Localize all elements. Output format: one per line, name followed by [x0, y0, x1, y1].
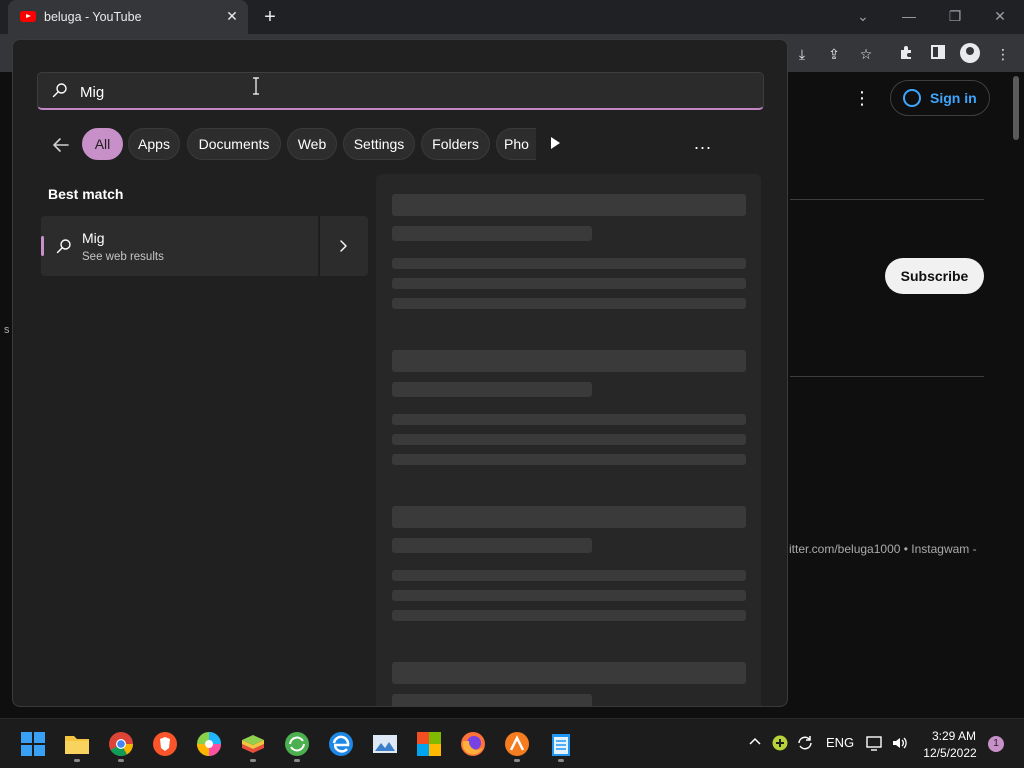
bluestacks-icon[interactable]	[240, 731, 266, 757]
firefox-icon[interactable]	[460, 731, 486, 757]
divider	[790, 376, 984, 377]
page-text-fragment: s	[4, 324, 10, 336]
skeleton-line	[392, 382, 592, 397]
tab-close-icon[interactable]: ✕	[224, 8, 240, 24]
sign-in-label: Sign in	[930, 90, 977, 106]
restore-icon[interactable]: ❐	[945, 6, 965, 26]
result-title: Mig	[82, 230, 105, 246]
best-match-result[interactable]: Mig See web results	[41, 216, 318, 276]
skeleton-line	[392, 570, 746, 581]
skeleton-line	[392, 434, 746, 445]
skeleton-line	[392, 350, 746, 372]
volume-icon[interactable]	[891, 735, 909, 754]
running-indicator	[558, 759, 564, 762]
tab-search-icon[interactable]: ⌄	[853, 6, 873, 26]
skeleton-line	[392, 454, 746, 465]
skeleton-line	[392, 258, 746, 269]
youtube-favicon-icon	[20, 11, 36, 22]
running-indicator	[294, 759, 300, 762]
minimize-icon[interactable]: —	[899, 6, 919, 26]
skeleton-line	[392, 278, 746, 289]
skeleton-line	[392, 414, 746, 425]
office-app-icon[interactable]	[416, 731, 442, 757]
skeleton-line	[392, 694, 592, 706]
skeleton-line	[392, 662, 746, 684]
channel-description-snippet: itter.com/beluga1000 • Instagwam -	[789, 542, 977, 556]
account-icon	[903, 89, 921, 107]
tab-title: beluga - YouTube	[44, 10, 142, 24]
search-box[interactable]	[37, 72, 764, 110]
bookmark-star-icon[interactable]: ☆	[856, 44, 876, 64]
skeleton-line	[392, 226, 592, 241]
start-icon[interactable]	[20, 731, 46, 757]
profile-avatar-icon[interactable]	[960, 43, 980, 63]
youtube-settings-menu-icon[interactable]: ⋮	[852, 88, 872, 108]
file-explorer-icon[interactable]	[64, 731, 90, 757]
skeleton-line	[392, 590, 746, 601]
new-tab-button[interactable]: +	[260, 7, 280, 27]
close-window-icon[interactable]: ✕	[990, 6, 1010, 26]
image-viewer-icon[interactable]	[372, 731, 398, 757]
notification-badge[interactable]: 1	[988, 736, 1004, 752]
filter-chip-web[interactable]: Web	[287, 128, 337, 160]
selection-indicator	[41, 236, 44, 256]
text-cursor-icon	[253, 77, 259, 95]
filter-chip-apps[interactable]: Apps	[128, 128, 180, 160]
best-match-heading: Best match	[48, 186, 124, 202]
back-arrow-icon[interactable]	[51, 135, 71, 155]
skeleton-line	[392, 538, 592, 553]
filter-chip-all[interactable]: All	[82, 128, 123, 160]
running-indicator	[514, 759, 520, 762]
share-icon[interactable]: ⇪	[824, 44, 844, 64]
subscribe-button[interactable]: Subscribe	[885, 258, 984, 294]
start-search-panel: All Apps Documents Web Settings Folders …	[12, 39, 788, 707]
show-hidden-icons-chevron-icon[interactable]	[748, 735, 762, 750]
browser-menu-icon[interactable]: ⋮	[993, 44, 1013, 64]
search-input[interactable]	[78, 80, 682, 104]
open-result-details-button[interactable]	[319, 216, 368, 276]
page-scrollbar-thumb[interactable]	[1013, 76, 1019, 140]
colorful-app-icon[interactable]	[196, 731, 222, 757]
skeleton-line	[392, 506, 746, 528]
browser-tab[interactable]: beluga - YouTube ✕	[8, 0, 248, 34]
edge-icon[interactable]	[328, 731, 354, 757]
filter-chip-folders[interactable]: Folders	[421, 128, 490, 160]
scroll-filters-right-icon[interactable]	[549, 136, 561, 150]
extensions-icon[interactable]	[896, 44, 916, 64]
clock-time[interactable]: 3:29 AM	[926, 729, 982, 743]
chevron-right-icon	[340, 240, 347, 252]
result-preview-loading	[376, 174, 761, 706]
language-indicator[interactable]: ENG	[826, 735, 854, 750]
divider	[790, 199, 984, 200]
clock-date[interactable]: 12/5/2022	[920, 746, 980, 760]
notepad-icon[interactable]	[548, 731, 574, 757]
filter-chip-documents[interactable]: Documents	[187, 128, 281, 160]
more-options-button[interactable]: ...	[693, 133, 713, 153]
web-search-icon	[56, 239, 71, 254]
skeleton-line	[392, 194, 746, 216]
sign-in-button[interactable]: Sign in	[890, 80, 990, 116]
green-app-icon[interactable]	[284, 731, 310, 757]
chrome-icon[interactable]	[108, 731, 134, 757]
tray-plus-app-icon[interactable]	[772, 735, 788, 754]
orange-app-icon[interactable]	[504, 731, 530, 757]
sync-icon[interactable]	[796, 735, 814, 754]
brave-icon[interactable]	[152, 731, 178, 757]
running-indicator	[118, 759, 124, 762]
search-icon	[52, 83, 67, 98]
running-indicator	[74, 759, 80, 762]
filter-chip-settings[interactable]: Settings	[343, 128, 415, 160]
result-subtitle: See web results	[82, 251, 164, 263]
network-icon[interactable]	[866, 735, 884, 754]
skeleton-line	[392, 298, 746, 309]
page-scrollbar[interactable]	[1011, 72, 1021, 718]
install-app-icon[interactable]: ⤓	[792, 44, 812, 64]
skeleton-line	[392, 610, 746, 621]
running-indicator	[250, 759, 256, 762]
filter-chip-photos[interactable]: Pho	[496, 128, 536, 160]
side-panel-icon[interactable]	[928, 44, 948, 64]
